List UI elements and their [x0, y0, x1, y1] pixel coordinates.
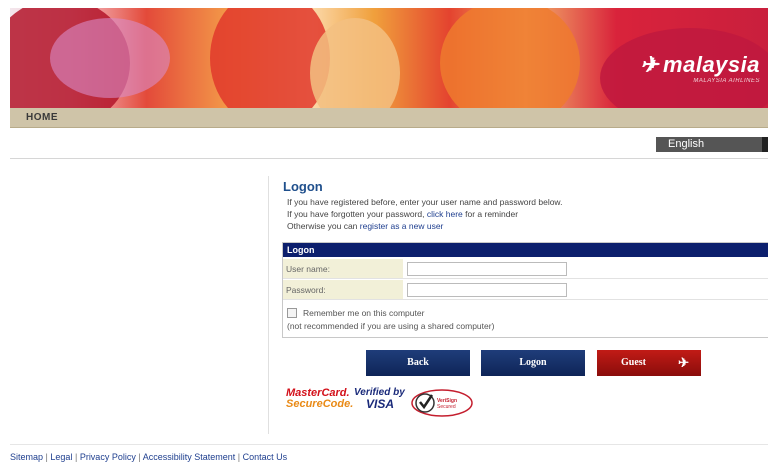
username-label: User name:	[283, 259, 403, 278]
password-row: Password:	[283, 280, 768, 300]
banner-art	[440, 8, 580, 108]
footer-links: Sitemap | Legal | Privacy Policy | Acces…	[10, 452, 287, 462]
column-divider	[268, 176, 269, 434]
footer-link-accessibility[interactable]: Accessibility Statement	[143, 452, 236, 462]
password-reminder-link[interactable]: click here	[427, 209, 463, 219]
malaysia-airlines-logo[interactable]: ✈ malaysia MALAYSIA AIRLINES	[640, 52, 760, 84]
remember-me-note: (not recommended if you are using a shar…	[287, 321, 495, 331]
language-selector[interactable]: English	[656, 137, 768, 152]
intro-line-1: If you have registered before, enter you…	[287, 197, 563, 207]
logon-button[interactable]: Logon	[481, 350, 585, 376]
register-link[interactable]: register as a new user	[360, 221, 444, 231]
separator: |	[74, 452, 78, 462]
verified-by-visa-logo: Verified by VISA	[354, 388, 405, 411]
password-input[interactable]	[407, 283, 567, 297]
remember-me-label: Remember me on this computer	[303, 308, 425, 318]
footer-link-privacy[interactable]: Privacy Policy	[80, 452, 136, 462]
intro-text: Otherwise you can	[287, 221, 360, 231]
mastercard-securecode-logo: MasterCard. SecureCode.	[286, 388, 353, 410]
guest-button[interactable]: Guest ✈	[597, 350, 701, 376]
logo-subtext: MALAYSIA AIRLINES	[693, 78, 760, 84]
visa-text: VISA	[366, 397, 395, 411]
intro-text: for a reminder	[462, 209, 519, 219]
nav-bar: HOME	[10, 108, 768, 128]
nav-home-link[interactable]: HOME	[26, 112, 58, 123]
remember-me: Remember me on this computer (not recomm…	[287, 308, 494, 331]
separator: |	[45, 452, 48, 462]
banner-art	[50, 18, 170, 98]
divider	[10, 158, 768, 159]
verisign-secured-logo: VeriSign Secured	[410, 388, 474, 418]
page-title: Logon	[283, 179, 323, 194]
securecode-text: SecureCode.	[286, 398, 354, 410]
footer-link-legal[interactable]: Legal	[50, 452, 72, 462]
username-row: User name:	[283, 259, 768, 279]
verisign-check-icon: VeriSign Secured	[411, 389, 473, 417]
intro-text: If you have forgotten your password,	[287, 209, 427, 219]
intro-line-3: Otherwise you can register as a new user	[287, 221, 443, 231]
logo-text: malaysia	[663, 52, 760, 77]
guest-button-label: Guest	[621, 357, 646, 368]
back-button[interactable]: Back	[366, 350, 470, 376]
plane-icon: ✈	[678, 355, 689, 370]
separator: |	[237, 452, 241, 462]
password-label: Password:	[283, 280, 403, 299]
intro-line-2: If you have forgotten your password, cli…	[287, 209, 518, 219]
secured-text: Secured	[437, 404, 456, 410]
footer-link-contact[interactable]: Contact Us	[243, 452, 288, 462]
separator: |	[138, 452, 141, 462]
panel-title: Logon	[283, 243, 768, 257]
footer-link-sitemap[interactable]: Sitemap	[10, 452, 43, 462]
logon-panel: Logon User name: Password: Remember me o…	[282, 242, 768, 338]
remember-me-checkbox[interactable]	[287, 308, 297, 318]
footer-divider	[10, 444, 768, 445]
airline-logo-icon: ✈	[640, 52, 660, 77]
username-input[interactable]	[407, 262, 567, 276]
header-banner: ✈ malaysia MALAYSIA AIRLINES	[10, 8, 768, 108]
